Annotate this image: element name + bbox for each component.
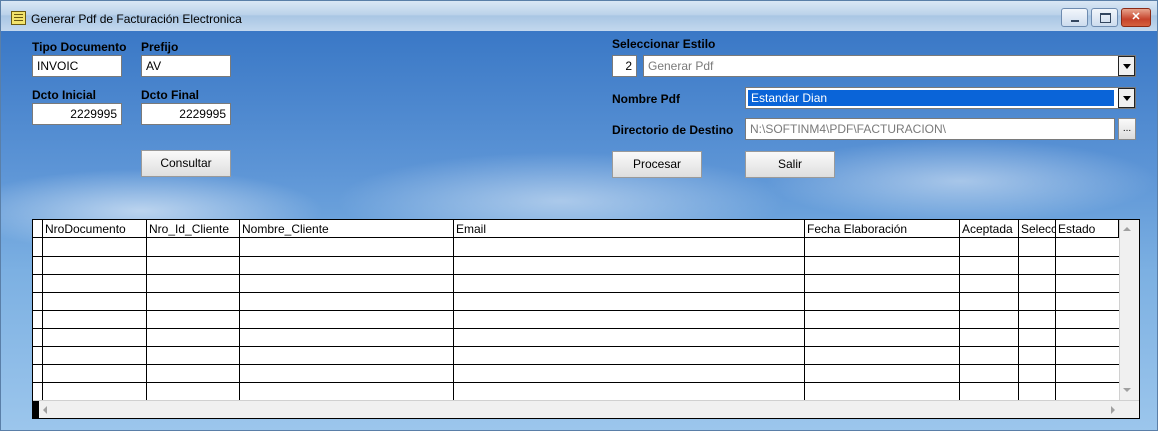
grid-row-line [33,382,1119,383]
grid-column-line [42,238,43,400]
row-selector-header [33,220,43,238]
tipo-documento-label: Tipo Documento [32,40,127,54]
client-area: Tipo Documento INVOIC Prefijo AV Dcto In… [1,31,1157,430]
nombre-pdf-dropdown-icon[interactable] [1118,88,1135,108]
grid-column-line [1055,238,1056,400]
grid-row-line [33,346,1119,347]
column-header[interactable]: Selecc [1019,220,1056,238]
grid-column-line [453,238,454,400]
prefijo-label: Prefijo [141,40,179,54]
scroll-thumb[interactable] [33,401,39,418]
grid-row-line [33,274,1119,275]
grid-column-line [959,238,960,400]
grid-row-line [33,310,1119,311]
grid-column-line [146,238,147,400]
grid-row-line [33,328,1119,329]
scroll-down-icon[interactable] [1123,388,1131,392]
consultar-button[interactable]: Consultar [141,150,231,177]
column-header[interactable]: Nombre_Cliente [240,220,454,238]
scroll-right-icon[interactable] [1111,406,1115,414]
seleccionar-estilo-label: Seleccionar Estilo [612,37,716,51]
grid-row-line [33,256,1119,257]
grid-column-line [1018,238,1019,400]
column-header[interactable]: Nro_Id_Cliente [147,220,240,238]
vertical-scrollbar[interactable] [1119,220,1139,400]
nombre-pdf-label: Nombre Pdf [612,92,681,106]
estilo-dropdown-icon[interactable] [1118,56,1135,76]
scroll-left-icon[interactable] [43,406,47,414]
dcto-inicial-input[interactable]: 2229995 [32,103,122,125]
procesar-button[interactable]: Procesar [612,151,702,178]
directorio-destino-input[interactable]: N:\SOFTINM4\PDF\FACTURACION\ [745,118,1115,140]
grid-row-line [33,292,1119,293]
dcto-final-label: Dcto Final [141,88,200,102]
minimize-icon [1062,9,1087,26]
dcto-inicial-label: Dcto Inicial [32,88,97,102]
grid-header: NroDocumento Nro_Id_Cliente Nombre_Clien… [33,220,1119,238]
nombre-pdf-selected: Estandar Dian [748,90,1114,106]
app-icon [11,11,26,25]
column-header[interactable]: Estado [1056,220,1119,238]
estilo-code-input[interactable]: 2 [612,55,637,77]
app-window: Generar Pdf de Facturación Electronica ✕… [0,0,1158,431]
estilo-combo[interactable]: Generar Pdf [643,55,1136,77]
nombre-pdf-combo[interactable]: Estandar Dian [745,87,1136,109]
grid-column-line [239,238,240,400]
tipo-documento-input[interactable]: INVOIC [32,55,122,77]
grid-column-line [804,238,805,400]
documents-grid[interactable]: NroDocumento Nro_Id_Cliente Nombre_Clien… [32,219,1140,419]
scroll-up-icon[interactable] [1123,227,1131,231]
column-header[interactable]: Fecha Elaboración [805,220,960,238]
prefijo-input[interactable]: AV [141,55,231,77]
window-title: Generar Pdf de Facturación Electronica [31,12,242,26]
close-icon: ✕ [1131,11,1141,23]
salir-button[interactable]: Salir [745,151,835,178]
horizontal-scrollbar[interactable] [33,400,1139,418]
maximize-icon [1092,9,1117,26]
title-bar[interactable]: Generar Pdf de Facturación Electronica ✕ [1,1,1157,31]
grid-row-line [33,364,1119,365]
column-header[interactable]: NroDocumento [43,220,147,238]
minimize-button[interactable] [1061,8,1088,27]
column-header[interactable]: Email [454,220,805,238]
dcto-final-input[interactable]: 2229995 [141,103,231,125]
maximize-button[interactable] [1091,8,1118,27]
close-button[interactable]: ✕ [1121,8,1151,27]
column-header[interactable]: Aceptada [960,220,1019,238]
browse-button[interactable]: ... [1118,118,1136,140]
directorio-destino-label: Directorio de Destino [612,123,734,137]
